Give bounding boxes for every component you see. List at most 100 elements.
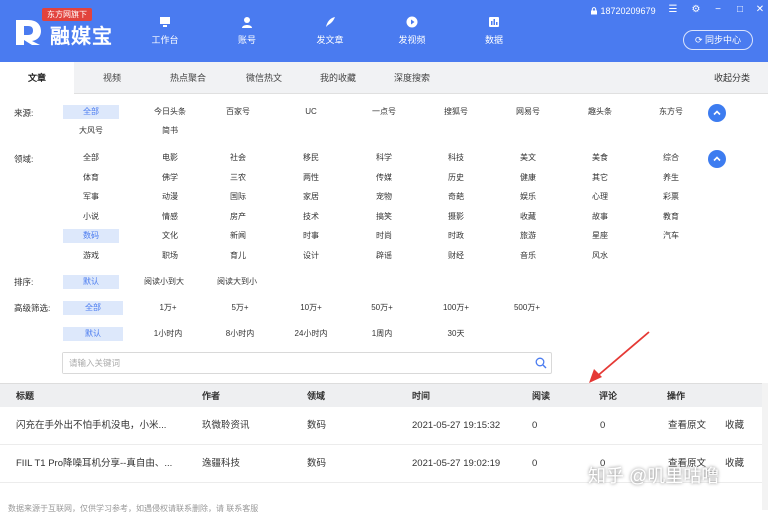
field-option[interactable]: 游戏: [63, 249, 119, 263]
field-option[interactable]: 小说: [63, 210, 119, 224]
read-count-option[interactable]: 5万+: [210, 301, 270, 315]
field-option[interactable]: 音乐: [500, 249, 556, 263]
field-option[interactable]: 文化: [142, 229, 198, 243]
field-option[interactable]: 旅游: [500, 229, 556, 243]
source-option[interactable]: 网易号: [500, 105, 556, 119]
read-count-option[interactable]: 1万+: [138, 301, 198, 315]
field-option[interactable]: 新闻: [210, 229, 266, 243]
source-option[interactable]: 搜狐号: [428, 105, 484, 119]
field-option[interactable]: 移民: [283, 151, 339, 165]
maximize-icon[interactable]: □: [734, 4, 746, 15]
field-option[interactable]: 情感: [142, 210, 198, 224]
field-option[interactable]: 故事: [572, 210, 628, 224]
source-option[interactable]: 今日头条: [142, 105, 198, 119]
field-option[interactable]: 三农: [210, 171, 266, 185]
field-option[interactable]: 传媒: [356, 171, 412, 185]
source-option[interactable]: 一点号: [356, 105, 412, 119]
read-count-option[interactable]: 100万+: [426, 301, 486, 315]
search-icon[interactable]: [535, 357, 547, 369]
read-count-option[interactable]: 全部: [63, 301, 123, 315]
field-option[interactable]: 科技: [428, 151, 484, 165]
nav-account[interactable]: 账号: [222, 16, 272, 46]
field-option[interactable]: 电影: [142, 151, 198, 165]
sort-option[interactable]: 默认: [63, 275, 119, 289]
field-option[interactable]: 军事: [63, 190, 119, 204]
nav-data[interactable]: 数据: [469, 16, 519, 46]
field-option[interactable]: 两性: [283, 171, 339, 185]
favorite-link[interactable]: 收藏: [725, 445, 744, 483]
field-option[interactable]: 星座: [572, 229, 628, 243]
field-option[interactable]: 健康: [500, 171, 556, 185]
time-range-option[interactable]: 30天: [426, 327, 486, 341]
read-count-option[interactable]: 50万+: [352, 301, 412, 315]
minimize-icon[interactable]: −: [712, 4, 724, 15]
time-range-option[interactable]: 1周内: [352, 327, 412, 341]
time-range-option[interactable]: 1小时内: [138, 327, 198, 341]
nav-post-article[interactable]: 发文章: [305, 16, 355, 46]
nav-workbench[interactable]: 工作台: [140, 16, 190, 46]
source-option[interactable]: 全部: [63, 105, 119, 119]
field-option[interactable]: 财经: [428, 249, 484, 263]
field-option[interactable]: 全部: [63, 151, 119, 165]
field-option[interactable]: 风水: [572, 249, 628, 263]
field-option[interactable]: 辟谣: [356, 249, 412, 263]
field-option[interactable]: 设计: [283, 249, 339, 263]
read-count-option[interactable]: 500万+: [497, 301, 557, 315]
source-option[interactable]: 趣头条: [572, 105, 628, 119]
field-option[interactable]: 房产: [210, 210, 266, 224]
field-option[interactable]: 佛学: [142, 171, 198, 185]
collapse-sources-button[interactable]: [708, 104, 726, 122]
field-option[interactable]: 时事: [283, 229, 339, 243]
source-option[interactable]: 东方号: [643, 105, 699, 119]
favorite-link[interactable]: 收藏: [725, 407, 744, 445]
tab-wechat[interactable]: 微信热文: [232, 62, 296, 94]
close-icon[interactable]: ✕: [754, 4, 766, 15]
field-option[interactable]: 摄影: [428, 210, 484, 224]
field-option[interactable]: 彩票: [643, 190, 699, 204]
tab-favorites[interactable]: 我的收藏: [306, 62, 370, 94]
field-option[interactable]: 汽车: [643, 229, 699, 243]
sync-center-button[interactable]: ⟳ 同步中心: [683, 30, 753, 50]
field-option[interactable]: 美文: [500, 151, 556, 165]
field-option[interactable]: 社会: [210, 151, 266, 165]
source-option[interactable]: 百家号: [210, 105, 266, 119]
sort-option[interactable]: 阅读小到大: [132, 275, 196, 289]
tab-deep-search[interactable]: 深度搜索: [380, 62, 444, 94]
field-option[interactable]: 教育: [643, 210, 699, 224]
search-input[interactable]: [63, 353, 523, 373]
field-option[interactable]: 数码: [63, 229, 119, 244]
field-option[interactable]: 职场: [142, 249, 198, 263]
collapse-fields-button[interactable]: [708, 150, 726, 168]
sort-option[interactable]: 阅读大到小: [205, 275, 269, 289]
settings-icon[interactable]: ⚙: [690, 4, 702, 15]
read-count-option[interactable]: 10万+: [281, 301, 341, 315]
field-option[interactable]: 搞笑: [356, 210, 412, 224]
field-option[interactable]: 美食: [572, 151, 628, 165]
account-phone[interactable]: 18720209679: [590, 6, 656, 16]
field-option[interactable]: 育儿: [210, 249, 266, 263]
tab-article[interactable]: 文章: [0, 62, 74, 94]
field-option[interactable]: 技术: [283, 210, 339, 224]
time-range-option[interactable]: 8小时内: [210, 327, 270, 341]
field-option[interactable]: 动漫: [142, 190, 198, 204]
nav-post-video[interactable]: 发视频: [387, 16, 437, 46]
field-option[interactable]: 其它: [572, 171, 628, 185]
collapse-categories-button[interactable]: 收起分类: [714, 62, 750, 94]
source-option[interactable]: 大风号: [63, 124, 119, 138]
field-option[interactable]: 体育: [63, 171, 119, 185]
field-option[interactable]: 综合: [643, 151, 699, 165]
field-option[interactable]: 时政: [428, 229, 484, 243]
field-option[interactable]: 家居: [283, 190, 339, 204]
view-original-link[interactable]: 查看原文: [668, 407, 706, 445]
field-option[interactable]: 宠物: [356, 190, 412, 204]
source-option[interactable]: UC: [283, 105, 339, 119]
table-scrollbar[interactable]: [762, 383, 768, 510]
source-option[interactable]: 简书: [142, 124, 198, 138]
field-option[interactable]: 奇葩: [428, 190, 484, 204]
field-option[interactable]: 历史: [428, 171, 484, 185]
field-option[interactable]: 时尚: [356, 229, 412, 243]
time-range-option[interactable]: 24小时内: [281, 327, 341, 341]
field-option[interactable]: 娱乐: [500, 190, 556, 204]
field-option[interactable]: 收藏: [500, 210, 556, 224]
field-option[interactable]: 国际: [210, 190, 266, 204]
